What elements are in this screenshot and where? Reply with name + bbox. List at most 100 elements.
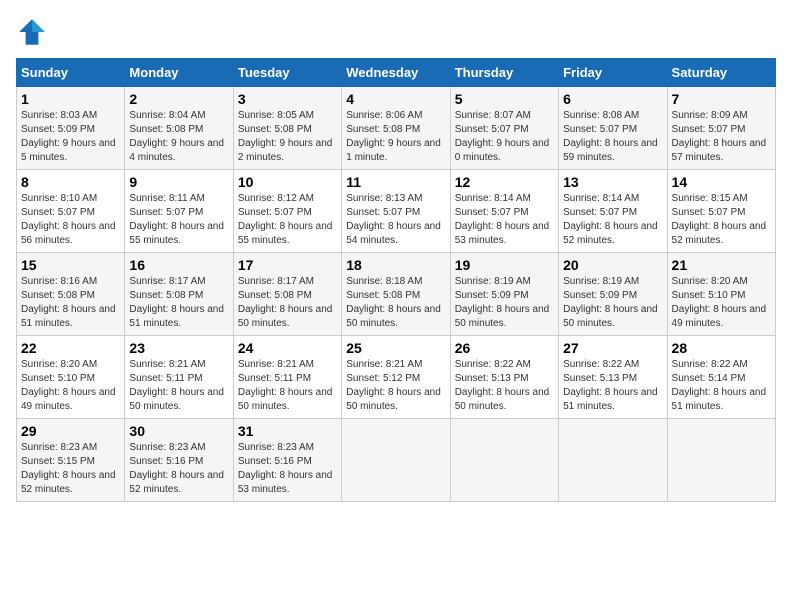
day-number: 1: [21, 91, 120, 107]
calendar-cell: [342, 419, 450, 502]
day-info: Sunrise: 8:12 AM Sunset: 5:07 PM Dayligh…: [238, 192, 337, 248]
calendar-cell: 21 Sunrise: 8:20 AM Sunset: 5:10 PM Dayl…: [667, 253, 775, 336]
calendar-cell: 30 Sunrise: 8:23 AM Sunset: 5:16 PM Dayl…: [125, 419, 233, 502]
calendar-cell: 19 Sunrise: 8:19 AM Sunset: 5:09 PM Dayl…: [450, 253, 558, 336]
weekday-header-monday: Monday: [125, 59, 233, 87]
day-number: 29: [21, 423, 120, 439]
day-number: 16: [129, 257, 228, 273]
calendar-table: SundayMondayTuesdayWednesdayThursdayFrid…: [16, 58, 776, 502]
day-info: Sunrise: 8:22 AM Sunset: 5:13 PM Dayligh…: [563, 358, 662, 414]
calendar-cell: 31 Sunrise: 8:23 AM Sunset: 5:16 PM Dayl…: [233, 419, 341, 502]
calendar-cell: 1 Sunrise: 8:03 AM Sunset: 5:09 PM Dayli…: [17, 87, 125, 170]
day-info: Sunrise: 8:04 AM Sunset: 5:08 PM Dayligh…: [129, 109, 228, 165]
calendar-cell: 4 Sunrise: 8:06 AM Sunset: 5:08 PM Dayli…: [342, 87, 450, 170]
day-number: 12: [455, 174, 554, 190]
day-number: 31: [238, 423, 337, 439]
day-number: 23: [129, 340, 228, 356]
day-info: Sunrise: 8:17 AM Sunset: 5:08 PM Dayligh…: [129, 275, 228, 331]
day-info: Sunrise: 8:08 AM Sunset: 5:07 PM Dayligh…: [563, 109, 662, 165]
day-number: 27: [563, 340, 662, 356]
day-info: Sunrise: 8:21 AM Sunset: 5:12 PM Dayligh…: [346, 358, 445, 414]
calendar-cell: 15 Sunrise: 8:16 AM Sunset: 5:08 PM Dayl…: [17, 253, 125, 336]
calendar-week-3: 15 Sunrise: 8:16 AM Sunset: 5:08 PM Dayl…: [17, 253, 776, 336]
day-number: 10: [238, 174, 337, 190]
calendar-cell: [559, 419, 667, 502]
day-number: 7: [672, 91, 771, 107]
day-number: 3: [238, 91, 337, 107]
day-number: 8: [21, 174, 120, 190]
logo: [16, 16, 52, 48]
calendar-cell: 11 Sunrise: 8:13 AM Sunset: 5:07 PM Dayl…: [342, 170, 450, 253]
day-info: Sunrise: 8:20 AM Sunset: 5:10 PM Dayligh…: [21, 358, 120, 414]
calendar-cell: 16 Sunrise: 8:17 AM Sunset: 5:08 PM Dayl…: [125, 253, 233, 336]
weekday-header-thursday: Thursday: [450, 59, 558, 87]
day-number: 28: [672, 340, 771, 356]
day-info: Sunrise: 8:10 AM Sunset: 5:07 PM Dayligh…: [21, 192, 120, 248]
day-info: Sunrise: 8:07 AM Sunset: 5:07 PM Dayligh…: [455, 109, 554, 165]
day-info: Sunrise: 8:23 AM Sunset: 5:16 PM Dayligh…: [129, 441, 228, 497]
calendar-cell: 18 Sunrise: 8:18 AM Sunset: 5:08 PM Dayl…: [342, 253, 450, 336]
calendar-week-2: 8 Sunrise: 8:10 AM Sunset: 5:07 PM Dayli…: [17, 170, 776, 253]
calendar-cell: 12 Sunrise: 8:14 AM Sunset: 5:07 PM Dayl…: [450, 170, 558, 253]
calendar-cell: 24 Sunrise: 8:21 AM Sunset: 5:11 PM Dayl…: [233, 336, 341, 419]
day-info: Sunrise: 8:11 AM Sunset: 5:07 PM Dayligh…: [129, 192, 228, 248]
day-info: Sunrise: 8:19 AM Sunset: 5:09 PM Dayligh…: [563, 275, 662, 331]
day-number: 20: [563, 257, 662, 273]
weekday-header-friday: Friday: [559, 59, 667, 87]
day-info: Sunrise: 8:13 AM Sunset: 5:07 PM Dayligh…: [346, 192, 445, 248]
calendar-cell: 2 Sunrise: 8:04 AM Sunset: 5:08 PM Dayli…: [125, 87, 233, 170]
calendar-cell: [667, 419, 775, 502]
weekday-header-wednesday: Wednesday: [342, 59, 450, 87]
day-info: Sunrise: 8:14 AM Sunset: 5:07 PM Dayligh…: [563, 192, 662, 248]
page-header: [16, 16, 776, 48]
day-info: Sunrise: 8:18 AM Sunset: 5:08 PM Dayligh…: [346, 275, 445, 331]
day-number: 14: [672, 174, 771, 190]
calendar-cell: 5 Sunrise: 8:07 AM Sunset: 5:07 PM Dayli…: [450, 87, 558, 170]
calendar-cell: 27 Sunrise: 8:22 AM Sunset: 5:13 PM Dayl…: [559, 336, 667, 419]
calendar-cell: 13 Sunrise: 8:14 AM Sunset: 5:07 PM Dayl…: [559, 170, 667, 253]
calendar-cell: 28 Sunrise: 8:22 AM Sunset: 5:14 PM Dayl…: [667, 336, 775, 419]
day-info: Sunrise: 8:05 AM Sunset: 5:08 PM Dayligh…: [238, 109, 337, 165]
calendar-cell: 10 Sunrise: 8:12 AM Sunset: 5:07 PM Dayl…: [233, 170, 341, 253]
calendar-cell: 3 Sunrise: 8:05 AM Sunset: 5:08 PM Dayli…: [233, 87, 341, 170]
day-number: 2: [129, 91, 228, 107]
day-info: Sunrise: 8:03 AM Sunset: 5:09 PM Dayligh…: [21, 109, 120, 165]
calendar-cell: 17 Sunrise: 8:17 AM Sunset: 5:08 PM Dayl…: [233, 253, 341, 336]
day-number: 21: [672, 257, 771, 273]
day-number: 13: [563, 174, 662, 190]
day-number: 4: [346, 91, 445, 107]
day-info: Sunrise: 8:23 AM Sunset: 5:16 PM Dayligh…: [238, 441, 337, 497]
day-number: 17: [238, 257, 337, 273]
day-number: 15: [21, 257, 120, 273]
day-number: 22: [21, 340, 120, 356]
calendar-week-5: 29 Sunrise: 8:23 AM Sunset: 5:15 PM Dayl…: [17, 419, 776, 502]
calendar-cell: 8 Sunrise: 8:10 AM Sunset: 5:07 PM Dayli…: [17, 170, 125, 253]
calendar-cell: 26 Sunrise: 8:22 AM Sunset: 5:13 PM Dayl…: [450, 336, 558, 419]
calendar-cell: 14 Sunrise: 8:15 AM Sunset: 5:07 PM Dayl…: [667, 170, 775, 253]
day-info: Sunrise: 8:22 AM Sunset: 5:13 PM Dayligh…: [455, 358, 554, 414]
day-info: Sunrise: 8:09 AM Sunset: 5:07 PM Dayligh…: [672, 109, 771, 165]
day-number: 24: [238, 340, 337, 356]
day-info: Sunrise: 8:20 AM Sunset: 5:10 PM Dayligh…: [672, 275, 771, 331]
day-number: 26: [455, 340, 554, 356]
day-info: Sunrise: 8:16 AM Sunset: 5:08 PM Dayligh…: [21, 275, 120, 331]
weekday-header-sunday: Sunday: [17, 59, 125, 87]
calendar-cell: 22 Sunrise: 8:20 AM Sunset: 5:10 PM Dayl…: [17, 336, 125, 419]
calendar-cell: 20 Sunrise: 8:19 AM Sunset: 5:09 PM Dayl…: [559, 253, 667, 336]
calendar-cell: 9 Sunrise: 8:11 AM Sunset: 5:07 PM Dayli…: [125, 170, 233, 253]
calendar-cell: [450, 419, 558, 502]
day-number: 5: [455, 91, 554, 107]
day-info: Sunrise: 8:21 AM Sunset: 5:11 PM Dayligh…: [238, 358, 337, 414]
calendar-cell: 25 Sunrise: 8:21 AM Sunset: 5:12 PM Dayl…: [342, 336, 450, 419]
calendar-cell: 6 Sunrise: 8:08 AM Sunset: 5:07 PM Dayli…: [559, 87, 667, 170]
logo-icon: [16, 16, 48, 48]
day-info: Sunrise: 8:22 AM Sunset: 5:14 PM Dayligh…: [672, 358, 771, 414]
day-info: Sunrise: 8:19 AM Sunset: 5:09 PM Dayligh…: [455, 275, 554, 331]
day-number: 11: [346, 174, 445, 190]
day-number: 19: [455, 257, 554, 273]
calendar-cell: 29 Sunrise: 8:23 AM Sunset: 5:15 PM Dayl…: [17, 419, 125, 502]
day-number: 9: [129, 174, 228, 190]
day-info: Sunrise: 8:14 AM Sunset: 5:07 PM Dayligh…: [455, 192, 554, 248]
day-info: Sunrise: 8:23 AM Sunset: 5:15 PM Dayligh…: [21, 441, 120, 497]
calendar-header: SundayMondayTuesdayWednesdayThursdayFrid…: [17, 59, 776, 87]
